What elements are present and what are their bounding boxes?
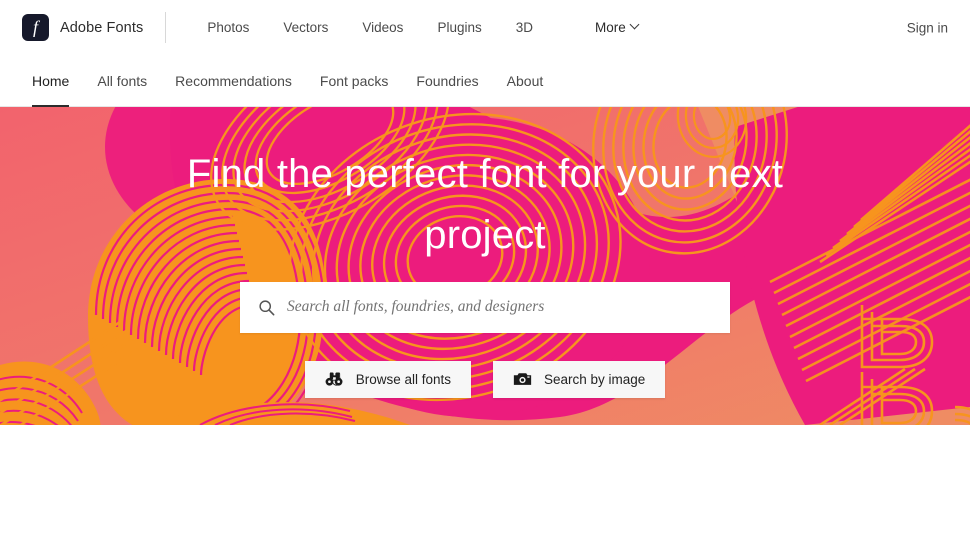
hero-content: Find the perfect font for your next proj… <box>0 107 970 425</box>
brand-name: Adobe Fonts <box>60 19 144 36</box>
chevron-down-icon <box>631 21 640 30</box>
nav-item-more[interactable]: More <box>578 14 657 41</box>
secondary-nav: Home All fonts Recommendations Font pack… <box>0 55 970 107</box>
page-body-below-hero <box>0 425 970 545</box>
subnav-item-recommendations[interactable]: Recommendations <box>161 55 306 107</box>
brand-link[interactable]: f Adobe Fonts <box>22 0 165 55</box>
adobe-fonts-logo-icon: f <box>22 14 49 41</box>
browse-all-fonts-button[interactable]: Browse all fonts <box>304 360 471 398</box>
hero-action-buttons: Browse all fonts Search by image <box>304 360 666 398</box>
search-input[interactable] <box>287 298 712 317</box>
hero-title: Find the perfect font for your next proj… <box>186 152 784 257</box>
nav-item-vectors[interactable]: Vectors <box>266 14 345 41</box>
nav-item-3d[interactable]: 3D <box>499 14 550 41</box>
subnav-item-all-fonts[interactable]: All fonts <box>83 55 161 107</box>
search-by-image-button[interactable]: Search by image <box>492 360 666 398</box>
subnav-item-foundries[interactable]: Foundries <box>402 55 492 107</box>
camera-icon <box>513 371 532 387</box>
primary-nav: Photos Vectors Videos Plugins 3D More <box>190 14 656 41</box>
nav-item-photos[interactable]: Photos <box>190 14 266 41</box>
nav-item-videos[interactable]: Videos <box>345 14 420 41</box>
search-icon <box>258 299 275 316</box>
browse-all-fonts-label: Browse all fonts <box>355 371 451 387</box>
subnav-item-about[interactable]: About <box>493 55 558 107</box>
binoculars-icon <box>325 372 344 387</box>
nav-item-more-label: More <box>594 20 626 35</box>
sign-in-button[interactable]: Sign in <box>907 20 948 35</box>
hero-search-bar[interactable] <box>240 281 730 333</box>
subnav-item-home[interactable]: Home <box>22 55 83 107</box>
hero-banner: Find the perfect font for your next proj… <box>0 107 970 425</box>
subnav-item-font-packs[interactable]: Font packs <box>306 55 402 107</box>
header-divider <box>165 12 167 43</box>
nav-item-plugins[interactable]: Plugins <box>420 14 498 41</box>
search-by-image-label: Search by image <box>543 371 646 387</box>
logo-glyph: f <box>32 17 38 37</box>
top-header: f Adobe Fonts Photos Vectors Videos Plug… <box>0 0 970 55</box>
